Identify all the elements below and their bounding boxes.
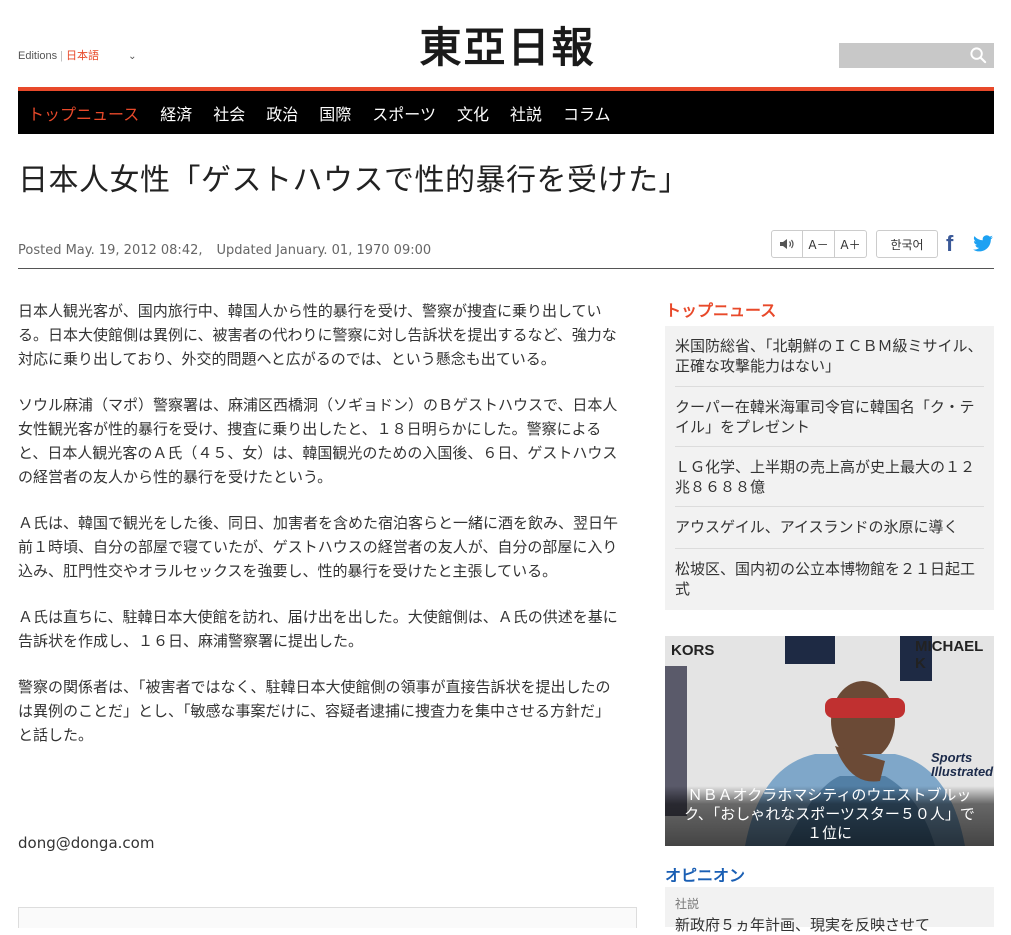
opinion-category: 社説	[675, 897, 700, 911]
font-increase-button[interactable]: A＋	[835, 230, 867, 258]
article-body: 日本人観光客が、国内旅行中、韓国人から性的暴行を受け、警察が捜査に乗り出している…	[18, 299, 625, 769]
top-news-list: 米国防総省、「北朝鮮のＩＣＢＭ級ミサイル、正確な攻撃能力はない」 クーパー在韓米…	[665, 326, 994, 610]
edition-language: 日本語	[66, 50, 99, 62]
editions-label: Editions	[18, 50, 58, 62]
main-nav: トップニュース 経済 社会 政治 国際 スポーツ 文化 社説 コラム	[18, 87, 994, 134]
photo-caption[interactable]: ＮＢＡオクラホマシティのウエストブルック、「おしゃれなスポーツスター５０人」で１…	[665, 786, 994, 846]
share-buttons: f	[946, 231, 994, 257]
article-paragraph: 日本人観光客が、国内旅行中、韓国人から性的暴行を受け、警察が捜査に乗り出している…	[18, 302, 617, 368]
top-news-item[interactable]: クーパー在韓米海軍司令官に韓国名「ク・テイル」をプレゼント	[675, 397, 984, 437]
opinion-heading[interactable]: オピニオン	[665, 862, 745, 886]
article-paragraph: Ａ氏は直ちに、駐韓日本大使館を訪れ、届け出を出した。大使館側は、Ａ氏の供述を基に…	[18, 608, 618, 650]
nav-item-international[interactable]: 国際	[319, 101, 351, 125]
featured-photo-card[interactable]: KORS MICHAEL K Sports Illustrated ＮＢＡオクラ…	[665, 636, 994, 846]
nav-item-economy[interactable]: 経済	[160, 101, 192, 125]
search-icon[interactable]	[969, 46, 988, 65]
author-email[interactable]: dong@donga.com	[18, 834, 154, 852]
nav-item-politics[interactable]: 政治	[266, 101, 298, 125]
divider	[675, 506, 984, 507]
nav-item-society[interactable]: 社会	[213, 101, 245, 125]
nav-item-column[interactable]: コラム	[563, 101, 611, 125]
top-news-item[interactable]: 米国防総省、「北朝鮮のＩＣＢＭ級ミサイル、正確な攻撃能力はない」	[675, 336, 984, 376]
search-box[interactable]	[839, 43, 994, 68]
photo-brand-text: Sports Illustrated	[931, 750, 994, 779]
twitter-icon[interactable]	[972, 235, 994, 253]
nav-item-top-news[interactable]: トップニュース	[28, 101, 139, 125]
top-news-item[interactable]: 松坡区、国内初の公立本博物館を２１日起工式	[675, 559, 984, 599]
opinion-item[interactable]: 新政府５ヵ年計画、現実を反映させて	[675, 914, 930, 935]
photo-brand-text: KORS	[671, 642, 715, 659]
divider	[675, 386, 984, 387]
title-divider	[18, 268, 994, 269]
editions-selector[interactable]: Editions | 日本語 ⌄	[18, 47, 136, 63]
search-input[interactable]	[839, 43, 971, 68]
article-tools: A－ A＋ 한국어 f	[771, 230, 994, 258]
posted-date: Posted May. 19, 2012 08:42,	[18, 243, 203, 258]
site-logo[interactable]: 東亞日報	[410, 20, 605, 76]
opinion-box: 社説 新政府５ヵ年計画、現実を反映させて	[665, 887, 994, 934]
top-news-heading[interactable]: トップニュース	[665, 297, 776, 321]
article-paragraph: ソウル麻浦（マポ）警察署は、麻浦区西橋洞（ソギョドン）のＢゲストハウスで、日本人…	[18, 396, 618, 486]
top-news-item[interactable]: ＬＧ化学、上半期の売上高が史上最大の１２兆８６８８億	[675, 457, 984, 497]
nav-item-sports[interactable]: スポーツ	[372, 101, 436, 125]
font-size-controls: A－ A＋	[771, 230, 867, 258]
speaker-button[interactable]	[771, 230, 803, 258]
divider	[675, 548, 984, 549]
divider: |	[60, 50, 63, 62]
article-paragraph: Ａ氏は、韓国で観光をした後、同日、加害者を含めた宿泊客らと一緒に酒を飲み、翌日午…	[18, 514, 619, 580]
divider	[675, 446, 984, 447]
article-title: 日本人女性「ゲストハウスで性的暴行を受けた」	[18, 163, 689, 198]
speaker-icon	[780, 239, 794, 249]
font-decrease-button[interactable]: A－	[803, 230, 835, 258]
article-paragraph: 警察の関係者は、「被害者ではなく、駐韓日本大使館側の領事が直接告訴状を提出したの…	[18, 678, 611, 744]
photo-brand-text: MICHAEL K	[915, 638, 984, 672]
facebook-icon[interactable]: f	[946, 231, 966, 257]
korean-language-button[interactable]: 한국어	[876, 230, 938, 258]
top-news-item[interactable]: アウスゲイル、アイスランドの氷原に導く	[675, 517, 984, 537]
article-meta: Posted May. 19, 2012 08:42, Updated Janua…	[18, 243, 431, 258]
nav-item-culture[interactable]: 文化	[457, 101, 489, 125]
updated-date: Updated January. 01, 1970 09:00	[216, 243, 432, 258]
chevron-down-icon[interactable]: ⌄	[128, 51, 136, 62]
nav-item-editorial[interactable]: 社説	[510, 101, 542, 125]
related-box	[18, 907, 637, 928]
